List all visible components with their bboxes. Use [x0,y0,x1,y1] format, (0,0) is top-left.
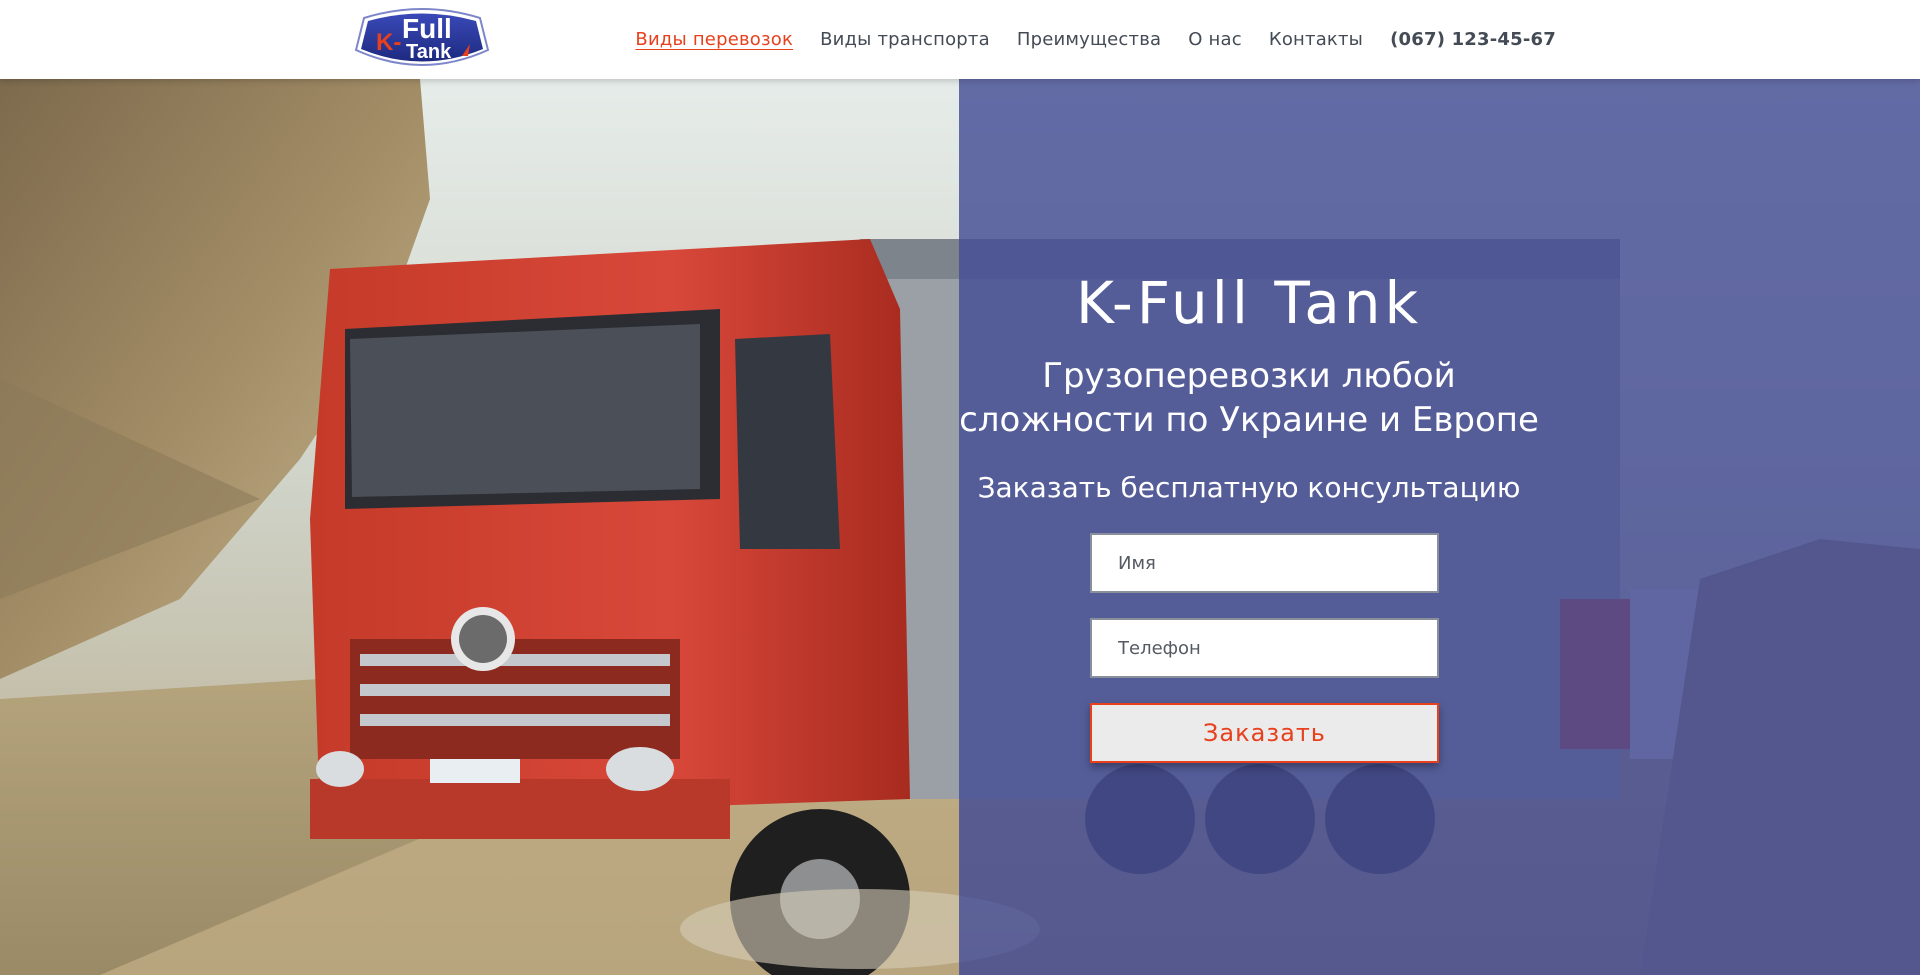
hero-subtitle-line2: сложности по Украине и Европе [959,400,1539,440]
nav-link-transport-types[interactable]: Виды перевозок [635,29,793,50]
nav-phone-link[interactable]: (067) 123-45-67 [1390,29,1556,50]
nav-link-advantages[interactable]: Преимущества [1017,29,1161,50]
site-header: K- Full Tank Виды перевозок Виды транспо… [0,0,1920,79]
consultation-heading: Заказать бесплатную консультацию [977,471,1521,504]
name-input[interactable] [1090,533,1439,593]
svg-text:Full: Full [402,13,452,44]
order-button[interactable]: Заказать [1090,703,1439,763]
hero-subtitle: Грузоперевозки любой сложности по Украин… [959,354,1539,442]
hero-section: K-Full Tank Грузоперевозки любой сложнос… [0,79,1920,975]
hero-content: K-Full Tank Грузоперевозки любой сложнос… [959,79,1539,975]
nav-link-about[interactable]: О нас [1188,29,1242,50]
main-nav: Виды перевозок Виды транспорта Преимущес… [608,0,1556,79]
hero-title: K-Full Tank [1075,269,1423,337]
phone-input[interactable] [1090,618,1439,678]
company-logo[interactable]: K- Full Tank [354,6,490,71]
svg-text:Tank: Tank [406,41,452,63]
nav-link-contacts[interactable]: Контакты [1269,29,1363,50]
svg-text:K-: K- [376,29,401,56]
nav-link-vehicle-types[interactable]: Виды транспорта [820,29,990,50]
hero-subtitle-line1: Грузоперевозки любой [1042,356,1456,396]
